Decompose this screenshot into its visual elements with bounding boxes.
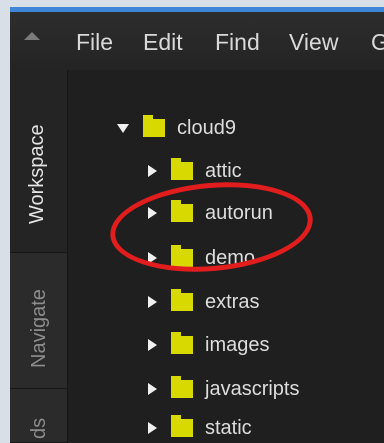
tree-row-demo[interactable]: demo <box>148 241 255 275</box>
tab-workspace-label: Workspace <box>26 124 48 224</box>
ide-window: File Edit Find View G Workspace Navigate… <box>10 12 384 443</box>
menu-find[interactable]: Find <box>215 29 260 55</box>
menu-edit[interactable]: Edit <box>143 29 183 55</box>
folder-icon <box>171 289 193 311</box>
collapsed-arrow-icon[interactable] <box>148 383 157 395</box>
folder-icon <box>171 158 193 180</box>
tab-workspace[interactable]: Workspace <box>10 70 68 253</box>
collapsed-arrow-icon[interactable] <box>148 296 157 308</box>
tree-row-extras[interactable]: extras <box>148 285 259 319</box>
tree-label-demo: demo <box>205 246 256 269</box>
tree-label-attic: attic <box>205 159 242 182</box>
collapsed-arrow-icon[interactable] <box>148 207 157 219</box>
window-top-frame <box>0 0 384 12</box>
folder-icon <box>171 200 193 222</box>
tab-commands-label: ds <box>28 417 50 439</box>
menu-go[interactable]: G <box>371 29 384 55</box>
tab-navigate-label: Navigate <box>28 289 50 368</box>
sidebar: Workspace Navigate ds <box>10 70 69 443</box>
collapse-panel-icon[interactable] <box>24 32 40 40</box>
tree-label-autorun: autorun <box>205 201 273 224</box>
tree-label-images: images <box>205 333 270 356</box>
file-tree: cloud9 attic autorun demo extras images <box>68 70 384 443</box>
menu-bar: File Edit Find View G <box>10 12 384 71</box>
tree-row-attic[interactable]: attic <box>148 154 242 188</box>
tree-row-javascripts[interactable]: javascripts <box>148 372 299 406</box>
expanded-arrow-icon[interactable] <box>117 123 129 133</box>
tree-row-images[interactable]: images <box>148 328 269 362</box>
tree-label-static: static <box>205 416 252 439</box>
menu-file[interactable]: File <box>76 29 113 55</box>
menu-view[interactable]: View <box>289 29 338 55</box>
tab-navigate[interactable]: Navigate <box>10 253 68 389</box>
folder-icon <box>143 115 165 137</box>
tree-row-static[interactable]: static <box>148 411 252 443</box>
tab-commands[interactable]: ds <box>10 389 68 443</box>
collapsed-arrow-icon[interactable] <box>148 165 157 177</box>
window-left-frame <box>0 12 10 443</box>
collapsed-arrow-icon[interactable] <box>148 252 157 264</box>
tree-row-cloud9[interactable]: cloud9 <box>117 111 236 145</box>
folder-icon <box>171 376 193 398</box>
tree-label-javascripts: javascripts <box>205 377 300 400</box>
folder-icon <box>171 332 193 354</box>
folder-icon <box>171 415 193 437</box>
collapsed-arrow-icon[interactable] <box>148 422 157 434</box>
folder-icon <box>171 245 193 267</box>
collapsed-arrow-icon[interactable] <box>148 339 157 351</box>
tree-row-autorun[interactable]: autorun <box>148 196 273 230</box>
tree-label-extras: extras <box>205 290 260 313</box>
tree-label-cloud9: cloud9 <box>177 116 236 139</box>
